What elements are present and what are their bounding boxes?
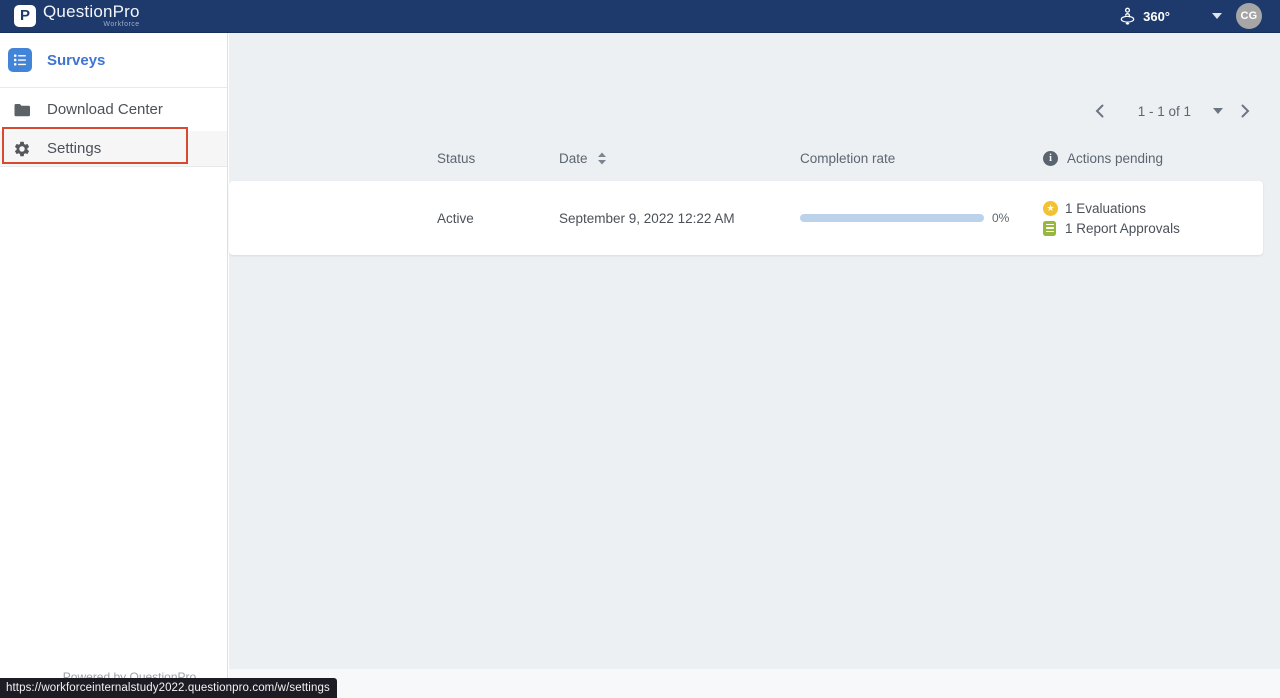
pagination: 1 - 1 of 1 <box>1095 95 1250 127</box>
pagination-range-label: 1 - 1 of 1 <box>1138 104 1191 119</box>
folder-icon <box>12 102 32 118</box>
column-header-status: Status <box>437 151 559 166</box>
sidebar-item-label: Surveys <box>47 52 105 69</box>
sidebar-item-label: Download Center <box>47 101 163 118</box>
topbar-dropdown-caret-icon[interactable] <box>1212 13 1222 19</box>
link-status-bar: https://workforceinternalstudy2022.quest… <box>0 678 337 698</box>
brand[interactable]: QuestionPro Workforce <box>43 3 140 29</box>
action-label: 1 Report Approvals <box>1065 221 1180 236</box>
topbar: P QuestionPro Workforce 360° CG <box>0 0 1280 33</box>
mode-360-label: 360° <box>1143 9 1170 24</box>
date-header-label: Date <box>559 151 588 166</box>
page-size-caret-icon[interactable] <box>1213 108 1223 114</box>
sidebar-item-label: Settings <box>47 140 101 157</box>
table-row[interactable]: Active September 9, 2022 12:22 AM 0% ★ 1… <box>229 181 1263 255</box>
cell-date: September 9, 2022 12:22 AM <box>559 211 800 226</box>
questionpro-logo-icon[interactable]: P <box>14 5 36 27</box>
app-root: P QuestionPro Workforce 360° CG <box>0 0 1280 698</box>
evaluation-star-icon: ★ <box>1043 201 1058 216</box>
cell-status: Active <box>437 211 559 226</box>
action-report-approvals[interactable]: 1 Report Approvals <box>1043 219 1180 237</box>
sidebar-item-settings[interactable]: Settings <box>0 131 227 167</box>
column-header-completion: Completion rate <box>800 151 1043 166</box>
sort-icon[interactable] <box>597 152 607 165</box>
report-document-icon <box>1043 221 1058 236</box>
main-content: 1 - 1 of 1 Status Date Completion rate <box>229 33 1280 698</box>
user-avatar[interactable]: CG <box>1236 3 1262 29</box>
action-label: 1 Evaluations <box>1065 201 1146 216</box>
info-icon[interactable]: i <box>1043 151 1058 166</box>
surveys-list-icon <box>8 48 32 72</box>
action-evaluations[interactable]: ★ 1 Evaluations <box>1043 199 1180 217</box>
brand-subtitle: Workforce <box>103 21 139 29</box>
sidebar-item-download-center[interactable]: Download Center <box>0 88 227 131</box>
completion-percent-label: 0% <box>992 211 1009 225</box>
brand-name: QuestionPro <box>43 3 140 20</box>
completion-progress-bar <box>800 214 984 222</box>
previous-page-icon[interactable] <box>1095 104 1104 118</box>
cell-actions-pending: ★ 1 Evaluations 1 Report Approvals <box>1043 199 1263 237</box>
actions-header-label: Actions pending <box>1067 151 1163 166</box>
column-header-actions: i Actions pending <box>1043 151 1263 166</box>
sidebar: Surveys Download Center Settings Powered… <box>0 33 228 698</box>
column-header-date[interactable]: Date <box>559 151 800 166</box>
cell-completion: 0% <box>800 211 1043 225</box>
actions-stack: ★ 1 Evaluations 1 Report Approvals <box>1043 199 1180 237</box>
topbar-right: 360° CG <box>1117 3 1280 29</box>
logo-letter: P <box>20 8 30 23</box>
bottom-strip <box>229 669 1280 698</box>
next-page-icon[interactable] <box>1241 104 1250 118</box>
gear-icon <box>12 140 32 158</box>
mode-360-selector[interactable]: 360° <box>1117 6 1170 26</box>
table-header-row: Status Date Completion rate i Actions pe… <box>229 141 1263 175</box>
person-360-icon <box>1117 6 1138 26</box>
sidebar-item-surveys[interactable]: Surveys <box>0 33 227 88</box>
